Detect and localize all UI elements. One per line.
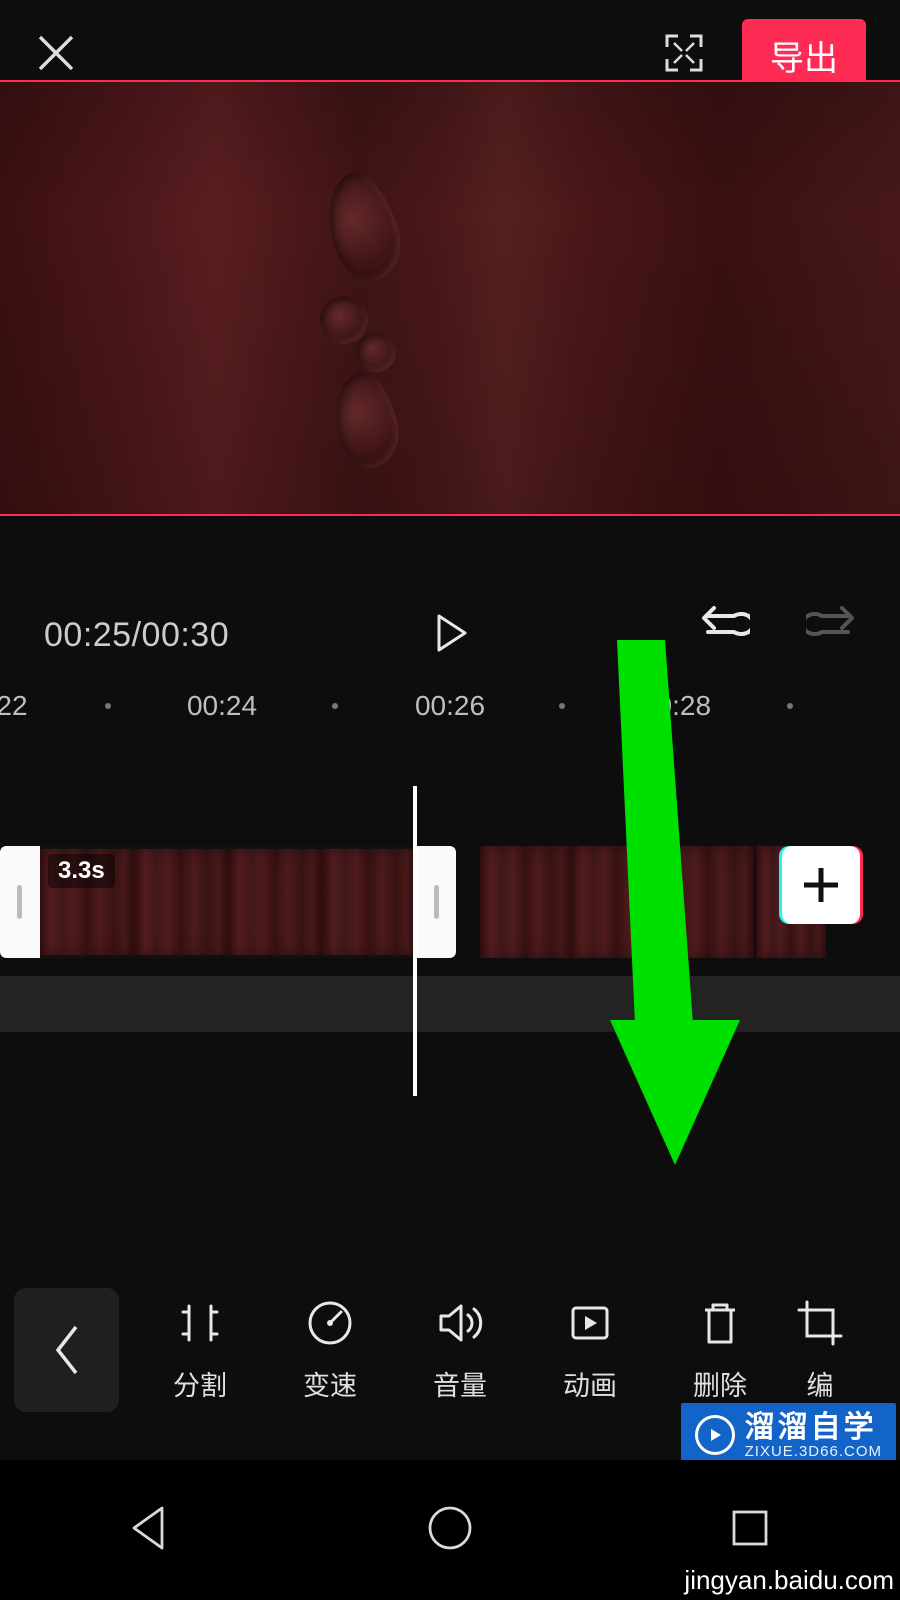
tool-volume[interactable]: 音量 bbox=[395, 1298, 525, 1403]
ruler-dot bbox=[332, 703, 338, 709]
ruler-label: 00:24 bbox=[187, 690, 257, 722]
system-home-button[interactable] bbox=[420, 1498, 480, 1563]
clip-handle-left[interactable] bbox=[17, 885, 22, 919]
system-back-button[interactable] bbox=[120, 1498, 180, 1563]
undo-button[interactable] bbox=[700, 602, 750, 651]
tool-label: 音量 bbox=[433, 1364, 487, 1403]
toolbar-back-button[interactable] bbox=[14, 1288, 119, 1412]
tool-label: 变速 bbox=[303, 1364, 357, 1403]
audio-track[interactable] bbox=[0, 976, 900, 1032]
close-icon[interactable] bbox=[34, 31, 78, 80]
speed-icon bbox=[305, 1298, 355, 1348]
fullscreen-icon[interactable] bbox=[662, 31, 706, 80]
tool-label: 删除 bbox=[693, 1364, 747, 1403]
clip-next[interactable] bbox=[480, 846, 754, 958]
add-clip-button[interactable] bbox=[782, 846, 860, 924]
ruler-dot bbox=[105, 703, 111, 709]
crop-icon bbox=[795, 1298, 845, 1348]
ruler-dot bbox=[559, 703, 565, 709]
ruler-label: 22 bbox=[0, 690, 28, 722]
volume-icon bbox=[435, 1298, 485, 1348]
ruler-label: 00:28 bbox=[641, 690, 711, 722]
tool-label: 分割 bbox=[173, 1364, 227, 1403]
play-circle-icon bbox=[695, 1415, 735, 1455]
watermark-brand-name: 溜溜自学 bbox=[745, 1411, 882, 1444]
tool-speed[interactable]: 变速 bbox=[265, 1298, 395, 1403]
watermark-url: jingyan.baidu.com bbox=[684, 1565, 894, 1596]
system-recents-button[interactable] bbox=[720, 1498, 780, 1563]
clip-handle-right[interactable] bbox=[434, 885, 439, 919]
watermark-brand-sub: ZIXUE.3D66.COM bbox=[745, 1444, 882, 1461]
watermark-brand: 溜溜自学 ZIXUE.3D66.COM bbox=[681, 1403, 896, 1465]
tool-label: 动画 bbox=[563, 1364, 617, 1403]
timeline-ruler[interactable]: 22 00:24 00:26 00:28 bbox=[0, 684, 900, 728]
redo-button bbox=[806, 602, 856, 651]
playhead[interactable] bbox=[413, 786, 417, 1096]
split-icon bbox=[175, 1298, 225, 1348]
anim-icon bbox=[565, 1298, 615, 1348]
ruler-label: 00:26 bbox=[415, 690, 485, 722]
tool-anim[interactable]: 动画 bbox=[525, 1298, 655, 1403]
tool-delete[interactable]: 删除 bbox=[655, 1298, 785, 1403]
timeline[interactable]: 3.3s bbox=[0, 786, 900, 1116]
video-preview[interactable] bbox=[0, 80, 900, 516]
tool-label: 编 bbox=[807, 1364, 834, 1403]
delete-icon bbox=[695, 1298, 745, 1348]
time-display: 00:25/00:30 bbox=[44, 616, 229, 655]
tool-split[interactable]: 分割 bbox=[135, 1298, 265, 1403]
play-button[interactable] bbox=[427, 610, 473, 661]
clip-selected[interactable]: 3.3s bbox=[0, 846, 456, 958]
tool-edit[interactable]: 编 bbox=[785, 1298, 855, 1403]
clip-duration-badge: 3.3s bbox=[48, 854, 115, 888]
ruler-dot bbox=[787, 703, 793, 709]
